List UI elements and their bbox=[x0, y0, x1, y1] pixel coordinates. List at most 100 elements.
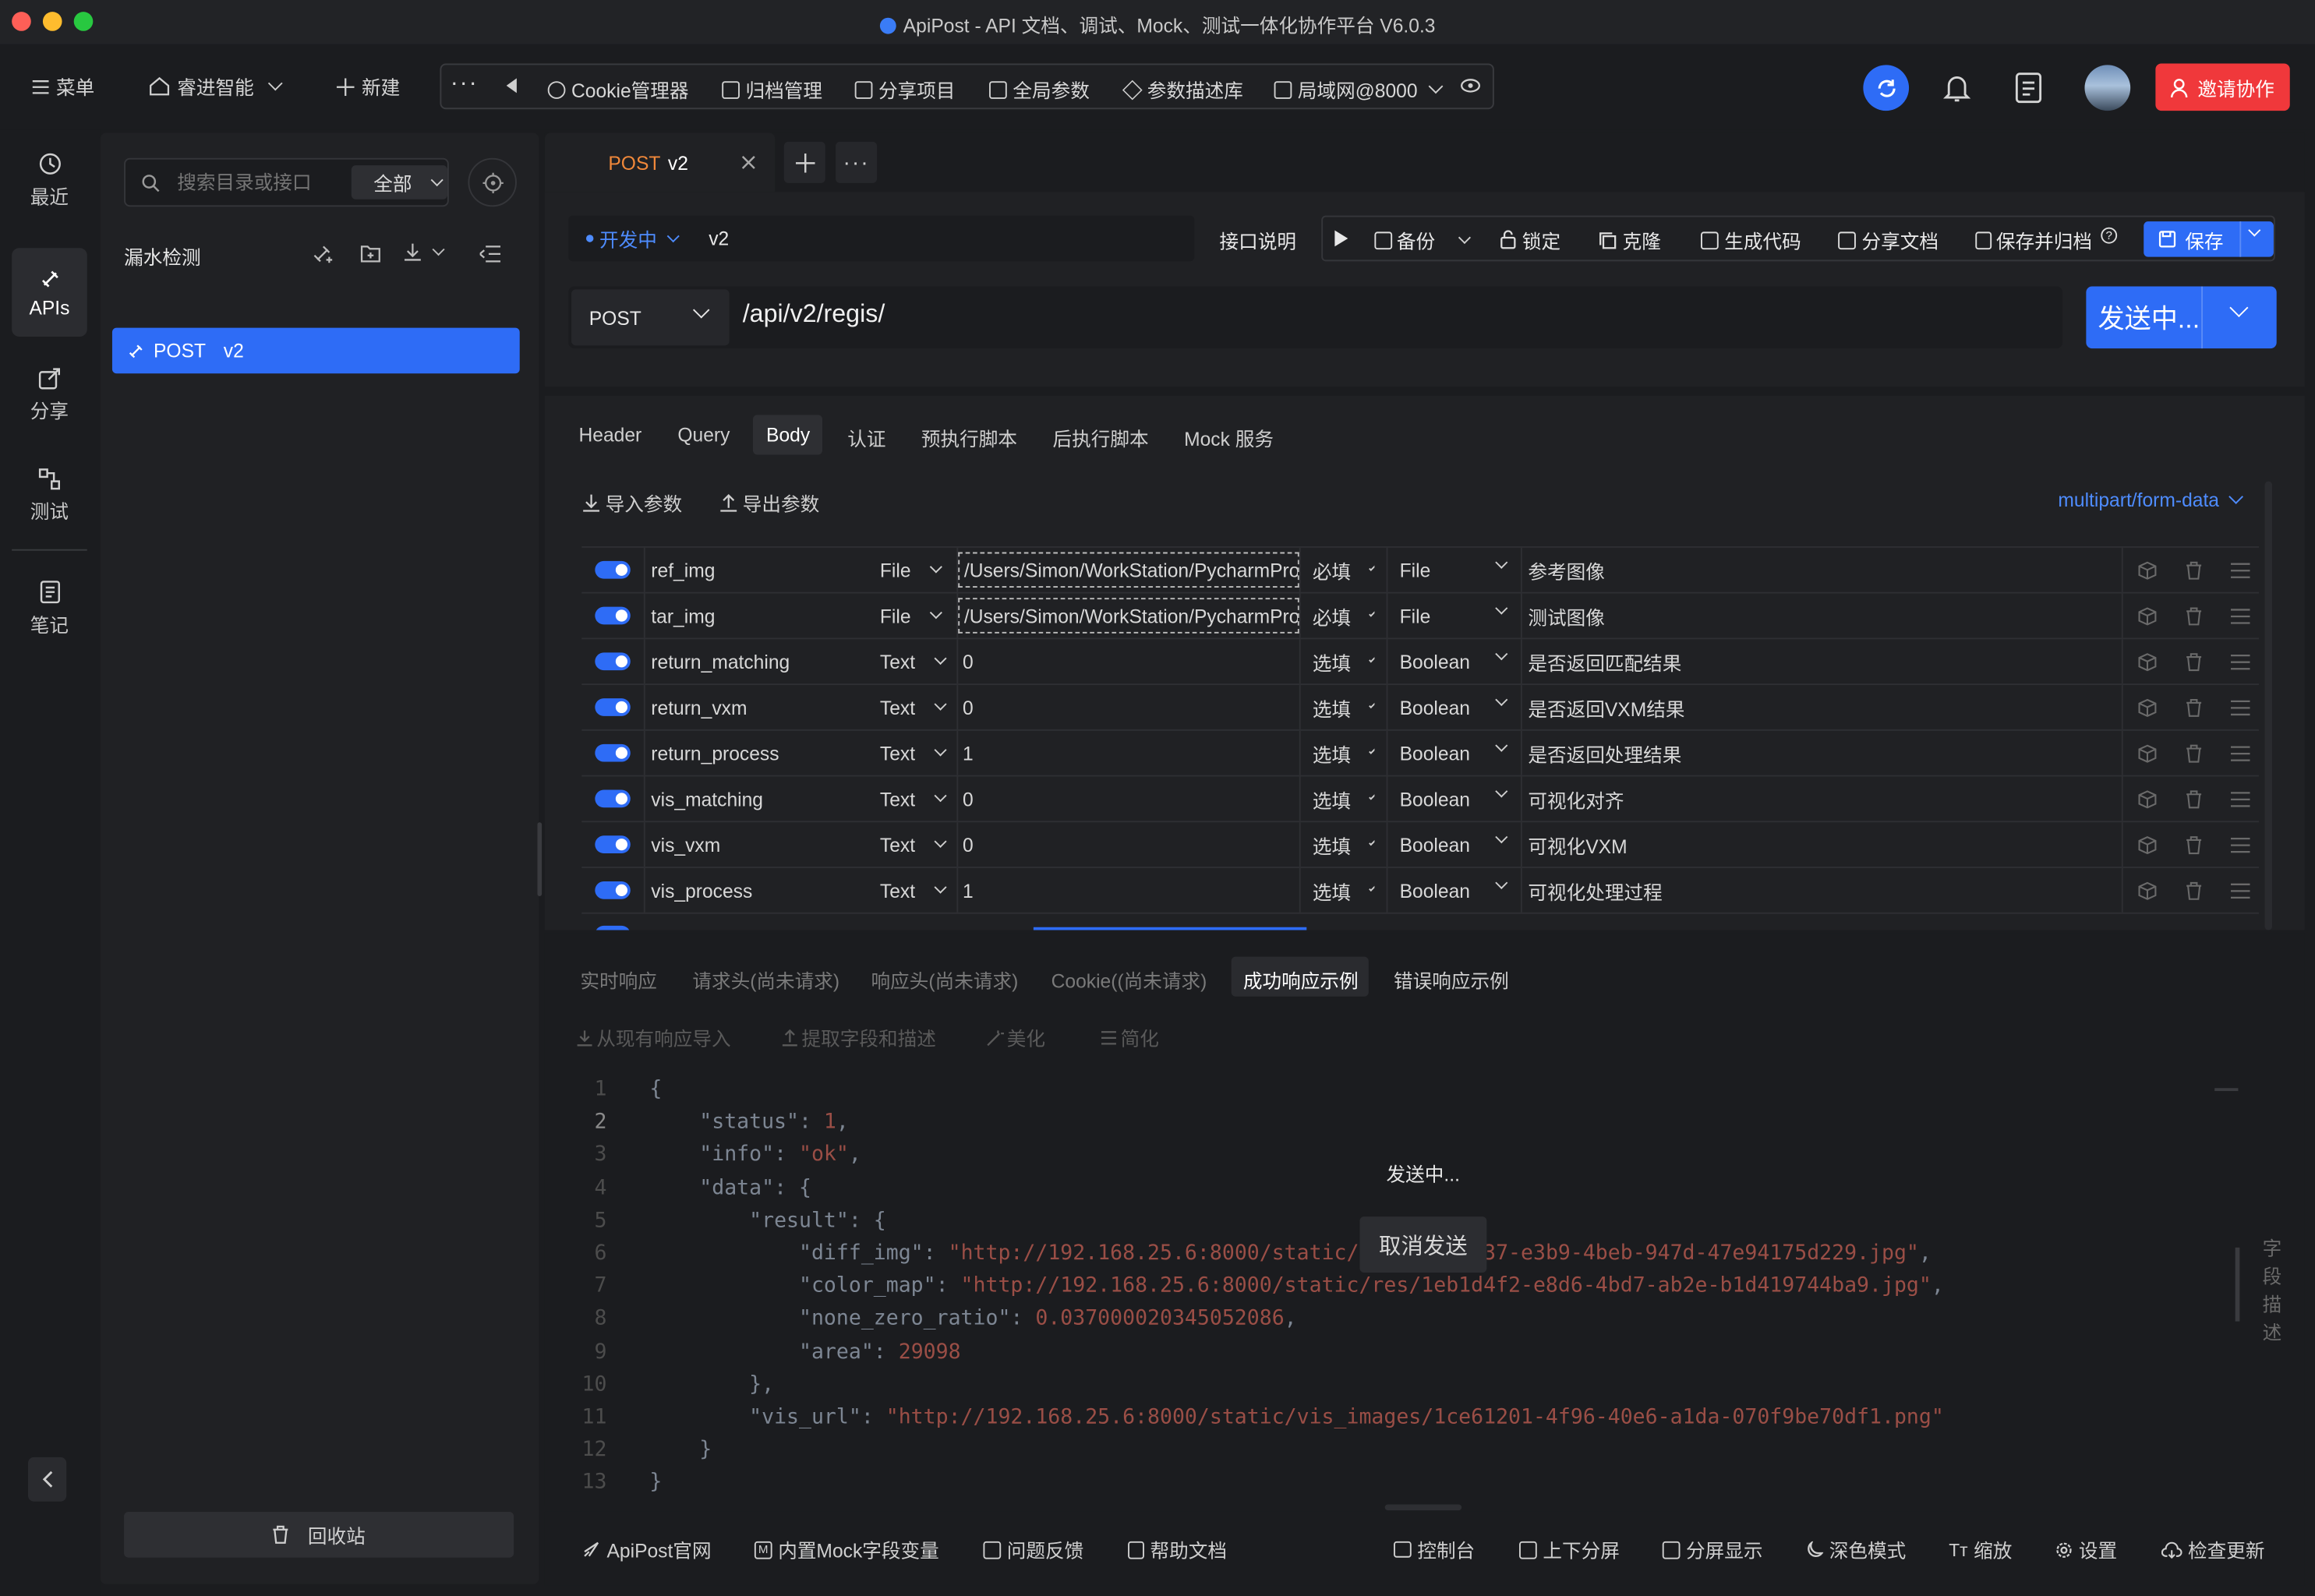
cancel-send-button[interactable]: 取消发送 bbox=[1359, 1216, 1487, 1273]
export-params-button[interactable]: 导出参数 bbox=[719, 489, 819, 517]
tree-item-api[interactable]: POST v2 bbox=[111, 327, 520, 374]
team-selector[interactable]: 睿进智能 bbox=[149, 72, 283, 101]
console-button[interactable]: 控制台 bbox=[1394, 1535, 1475, 1563]
param-description[interactable]: 参考图像 bbox=[1528, 548, 2119, 592]
drag-handle[interactable] bbox=[2230, 731, 2250, 775]
tab-live-response[interactable]: 实时响应 bbox=[580, 966, 657, 994]
beautify-button[interactable]: 美化 bbox=[986, 1023, 1045, 1051]
delete-param-button[interactable] bbox=[2185, 594, 2203, 638]
editor-scrollbar[interactable] bbox=[2235, 1247, 2240, 1322]
param-enabled-toggle[interactable] bbox=[595, 606, 631, 625]
delete-param-button[interactable] bbox=[2185, 777, 2203, 821]
delete-param-button[interactable] bbox=[2185, 685, 2203, 729]
param-datatype-select[interactable]: Boolean bbox=[1400, 868, 1512, 913]
invite-button[interactable]: 邀请协作 bbox=[2155, 63, 2290, 111]
save-button[interactable]: 保存 bbox=[2144, 221, 2274, 257]
preview-eye-button[interactable] bbox=[1460, 78, 1481, 93]
param-value[interactable]: /Users/Simon/WorkStation/PycharmProj bbox=[958, 552, 1299, 588]
param-key[interactable]: return_matching bbox=[651, 639, 872, 683]
param-enabled-toggle[interactable] bbox=[595, 652, 631, 671]
param-datatype-select[interactable]: Boolean bbox=[1400, 731, 1512, 775]
content-type-select[interactable]: multipart/form-data bbox=[2058, 489, 2244, 510]
delete-param-button[interactable] bbox=[2185, 868, 2203, 913]
param-required-select[interactable]: 选填 bbox=[1313, 685, 1375, 729]
param-key[interactable]: vis_vxm bbox=[651, 822, 872, 867]
lan-server-button[interactable]: 局域网@8000 bbox=[1274, 76, 1444, 104]
param-library-button[interactable]: 参数描述库 bbox=[1122, 76, 1243, 104]
param-required-select[interactable]: 必填 bbox=[1313, 548, 1375, 592]
param-key[interactable]: return_vxm bbox=[651, 685, 872, 729]
param-library-button[interactable] bbox=[2138, 868, 2158, 913]
param-library-button[interactable] bbox=[2138, 685, 2158, 729]
check-update-button[interactable]: 检查更新 bbox=[2161, 1535, 2265, 1563]
param-datatype-select[interactable]: Boolean bbox=[1400, 639, 1512, 683]
param-value[interactable]: 0 bbox=[958, 777, 1299, 821]
collapse-sidebar-button[interactable] bbox=[27, 1457, 67, 1502]
param-type-select[interactable]: Text bbox=[880, 731, 951, 775]
help-docs-link[interactable]: 帮助文档 bbox=[1128, 1535, 1227, 1563]
param-required-select[interactable]: 选填 bbox=[1313, 822, 1375, 867]
delete-param-button[interactable] bbox=[2185, 822, 2203, 867]
drag-handle[interactable] bbox=[2230, 868, 2250, 913]
avatar[interactable] bbox=[2084, 65, 2131, 111]
param-value[interactable]: 1 bbox=[958, 868, 1299, 913]
param-required-select[interactable]: 选填 bbox=[1313, 639, 1375, 683]
param-datatype-select[interactable]: File bbox=[1400, 548, 1512, 592]
import-from-response-button[interactable]: 从现有响应导入 bbox=[576, 1023, 731, 1051]
split-resize-handle[interactable] bbox=[1384, 1504, 1462, 1511]
delete-param-button[interactable] bbox=[2185, 639, 2203, 683]
drag-handle[interactable] bbox=[2230, 594, 2250, 638]
param-type-select[interactable]: Text bbox=[880, 868, 951, 913]
send-menu-chevron[interactable] bbox=[2229, 298, 2249, 318]
rail-item-recent[interactable]: 最近 bbox=[12, 136, 87, 224]
share-project-button[interactable]: 分享项目 bbox=[854, 76, 956, 104]
import-menu-button[interactable] bbox=[403, 242, 445, 262]
generate-code-button[interactable]: 生成代码 bbox=[1701, 226, 1801, 254]
drag-handle[interactable] bbox=[2230, 822, 2250, 867]
param-description[interactable]: 是否返回匹配结果 bbox=[1528, 639, 2119, 683]
drag-handle[interactable] bbox=[2230, 777, 2250, 821]
param-library-button[interactable] bbox=[2138, 639, 2158, 683]
rail-item-share[interactable]: 分享 bbox=[12, 351, 87, 440]
clone-button[interactable]: 克隆 bbox=[1599, 226, 1661, 254]
tab-cookie[interactable]: Cookie((尚未请求) bbox=[1051, 966, 1207, 994]
tab-error-example[interactable]: 错误响应示例 bbox=[1394, 966, 1509, 994]
dark-mode-toggle[interactable]: 深色模式 bbox=[1805, 1535, 1906, 1563]
param-datatype-select[interactable]: Boolean bbox=[1400, 777, 1512, 821]
param-library-button[interactable] bbox=[2138, 731, 2158, 775]
menu-button[interactable]: 菜单 bbox=[32, 72, 94, 101]
new-tab-button[interactable] bbox=[783, 141, 825, 183]
search-input[interactable] bbox=[177, 171, 343, 194]
response-code-editor[interactable]: 1 {2 "status": 1, 3 "info": "ok", 4 "data":… bbox=[545, 1072, 2257, 1502]
scroll-left-button[interactable] bbox=[506, 78, 517, 94]
zoom-button[interactable]: Tт 缩放 bbox=[1949, 1535, 2012, 1563]
rail-item-notes[interactable]: 笔记 bbox=[12, 564, 87, 653]
mock-vars-link[interactable]: M 内置Mock字段变量 bbox=[754, 1535, 939, 1563]
param-value[interactable]: 0 bbox=[958, 685, 1299, 729]
param-type-select[interactable]: File bbox=[880, 548, 951, 592]
param-enabled-toggle[interactable] bbox=[595, 881, 631, 899]
param-enabled-toggle[interactable] bbox=[595, 925, 631, 930]
param-description[interactable]: 是否返回VXM结果 bbox=[1528, 685, 2119, 729]
param-value[interactable]: 1 bbox=[958, 731, 1299, 775]
tab-body[interactable]: Body bbox=[766, 424, 810, 446]
rail-item-apis[interactable]: APIs bbox=[12, 248, 87, 337]
param-datatype-select[interactable]: Boolean bbox=[1400, 685, 1512, 729]
tab-success-example[interactable]: 成功响应示例 bbox=[1243, 966, 1359, 994]
param-enabled-toggle[interactable] bbox=[595, 560, 631, 579]
extract-fields-button[interactable]: 提取字段和描述 bbox=[781, 1023, 936, 1051]
param-value[interactable]: /Users/Simon/WorkStation/PycharmProj bbox=[958, 598, 1299, 634]
tab-mock[interactable]: Mock 服务 bbox=[1184, 424, 1274, 452]
param-enabled-toggle[interactable] bbox=[595, 835, 631, 854]
share-doc-button[interactable]: 分享文档 bbox=[1838, 226, 1939, 254]
param-type-select[interactable]: Text bbox=[880, 777, 951, 821]
param-description[interactable]: 是否返回处理结果 bbox=[1528, 731, 2119, 775]
tab-auth[interactable]: 认证 bbox=[847, 424, 885, 452]
delete-param-button[interactable] bbox=[2185, 731, 2203, 775]
rail-item-test[interactable]: 测试 bbox=[12, 452, 87, 541]
param-library-button[interactable] bbox=[2138, 594, 2158, 638]
save-archive-button[interactable]: 保存并归档? bbox=[1975, 226, 2118, 254]
tab-request-v2[interactable]: POST v2 bbox=[544, 132, 776, 192]
param-datatype-select[interactable]: Boolean bbox=[1400, 822, 1512, 867]
notes-button[interactable] bbox=[2015, 72, 2042, 104]
